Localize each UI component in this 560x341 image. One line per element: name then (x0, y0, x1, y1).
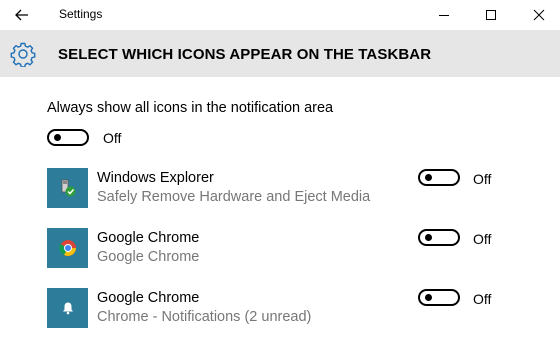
toggle-knob (54, 134, 61, 141)
close-button[interactable] (527, 4, 551, 26)
app-icon-tile (47, 168, 88, 208)
close-icon (533, 9, 545, 21)
toggle-knob (425, 234, 432, 241)
app-description: Google Chrome (97, 249, 200, 265)
back-button[interactable] (10, 4, 34, 26)
app-toggle-state: Off (473, 231, 492, 247)
app-icon-tile (47, 228, 88, 268)
maximize-button[interactable] (479, 4, 503, 26)
always-show-label: Always show all icons in the notificatio… (47, 100, 334, 116)
chrome-icon (58, 240, 76, 256)
app-description: Safely Remove Hardware and Eject Media (97, 189, 371, 205)
maximize-icon (486, 10, 496, 20)
title-bar: Settings (0, 0, 560, 30)
window-title: Settings (59, 7, 103, 21)
usb-eject-icon (61, 179, 75, 197)
app-toggle-state: Off (473, 171, 492, 187)
back-arrow-icon (15, 9, 28, 21)
app-name: Google Chrome (97, 290, 200, 306)
app-name: Windows Explorer (97, 170, 214, 186)
page-title: SELECT WHICH ICONS APPEAR ON THE TASKBAR (58, 46, 432, 63)
always-show-state: Off (103, 130, 122, 146)
app-toggle-chrome-notifications[interactable] (418, 289, 460, 306)
app-toggle-windows-explorer[interactable] (418, 169, 460, 186)
app-toggle-state: Off (473, 291, 492, 307)
always-show-toggle[interactable] (47, 129, 89, 146)
toggle-knob (425, 174, 432, 181)
minimize-button[interactable] (432, 4, 456, 26)
gear-icon (10, 42, 36, 67)
app-toggle-google-chrome[interactable] (418, 229, 460, 246)
app-icon-tile (47, 288, 88, 328)
app-name: Google Chrome (97, 230, 200, 246)
page-header: SELECT WHICH ICONS APPEAR ON THE TASKBAR (0, 30, 560, 77)
toggle-knob (425, 294, 432, 301)
bell-icon (62, 302, 73, 315)
app-description: Chrome - Notifications (2 unread) (97, 309, 312, 325)
minimize-icon (439, 15, 449, 16)
